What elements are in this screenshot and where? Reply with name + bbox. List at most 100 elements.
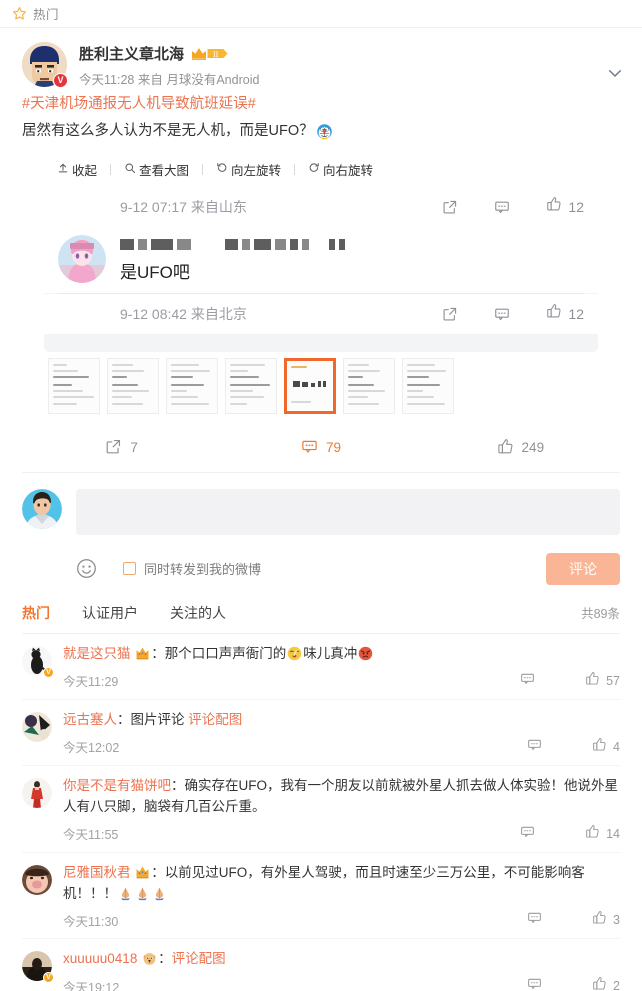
svg-text:II: II [213, 50, 219, 59]
comment-text: 就是这只猫 ：那个口口声声衙门的 味儿真冲 [63, 644, 620, 665]
thumbnail-item[interactable] [402, 357, 454, 414]
viewer-toolbar: 收起 查看大图 向左旋转 向右旋转 [44, 157, 598, 187]
thumbnail-item[interactable] [343, 357, 395, 414]
thumbnail-strip[interactable] [44, 351, 598, 422]
repost-count: 7 [130, 440, 138, 456]
comment-icon [527, 910, 542, 930]
commenter-avatar[interactable] [22, 777, 52, 808]
commenter-avatar[interactable]: V [22, 951, 54, 984]
comment-like-button[interactable]: 4 [592, 737, 620, 757]
comment-body: xuuuuu0418 ：评论配图今天19:12 2 [63, 949, 620, 991]
thumbs-up-icon [592, 910, 607, 930]
comment-image-link[interactable]: 评论配图 [188, 712, 242, 727]
comment-text-segment: 图片评论 [130, 711, 189, 727]
comment-like-button[interactable]: 57 [585, 671, 620, 691]
comment-like-button[interactable]: 3 [592, 910, 620, 930]
comment-item: Vxuuuuu0418 ：评论配图今天19:12 2 [22, 939, 620, 991]
thumbs-up-icon [546, 303, 562, 324]
rotate-left-button[interactable]: 向左旋转 [216, 160, 281, 179]
comment-author-name[interactable]: 远古塞人 [63, 712, 117, 727]
vip-crown-badge[interactable]: II [191, 46, 229, 61]
comment-tab-0[interactable]: 热门 [22, 603, 50, 623]
comment-item: 尼雅国秋君 ：以前见过UFO，有外星人驾驶，而且时速至少三万公里，不可能影响客机… [22, 853, 620, 940]
thumbnail-item[interactable] [107, 357, 159, 414]
comment-text: xuuuuu0418 ：评论配图 [63, 949, 620, 970]
comment-like-button[interactable]: 2 [592, 976, 620, 991]
comment-colon: ： [151, 864, 165, 880]
viewer-stage[interactable]: 9-12 07:17 来自山东 12 是UFO吧 9-12 08:42 来自北京… [44, 186, 598, 352]
rotate-right-label: 向右旋转 [323, 163, 374, 178]
toolbar-divider [202, 163, 204, 175]
comment-item: 远古塞人：图片评论 评论配图今天12:02 4 [22, 700, 620, 766]
like-button[interactable]: 249 [421, 438, 620, 458]
comment-tab-1[interactable]: 认证用户 [82, 603, 138, 623]
comment-author-name[interactable]: 你是不是有猫饼吧 [63, 778, 171, 793]
collapse-image-button[interactable]: 收起 [57, 160, 97, 179]
comment-reply-button[interactable] [527, 910, 542, 930]
submit-comment-button[interactable]: 评论 [546, 552, 620, 585]
post-topic[interactable]: #天津机场通报无人机导致航班延误# [22, 94, 620, 116]
comment-like-button[interactable]: 14 [585, 824, 620, 844]
comment-time: 今天11:55 [63, 828, 119, 843]
comment-tab-2[interactable]: 关注的人 [170, 603, 226, 623]
comment-footer: 今天11:29 57 [63, 671, 620, 691]
author-avatar[interactable]: V [22, 42, 68, 88]
shot-comment-icon [494, 199, 510, 215]
repost-button[interactable]: 7 [22, 438, 221, 458]
comment-author-name[interactable]: 尼雅国秋君 [63, 865, 131, 880]
comment-colon: ： [117, 711, 131, 727]
crown-emoji [135, 646, 150, 661]
comment-filter-tabs: 热门 认证用户 关注的人 共89条 [22, 603, 620, 634]
comment-author-name[interactable]: xuuuuu0418 [63, 951, 137, 966]
comment-reply-button[interactable] [527, 976, 542, 991]
thumbnail-item[interactable] [284, 357, 336, 414]
chevron-down-icon[interactable] [606, 64, 624, 82]
thumbs-up-icon [585, 671, 600, 691]
view-large-button[interactable]: 查看大图 [124, 160, 189, 179]
comment-time: 今天11:30 [63, 914, 119, 929]
repost-to-weibo-checkbox[interactable]: 同时转发到我的微博 [123, 559, 261, 578]
comment-reply-button[interactable] [520, 824, 535, 844]
thumbnail-item[interactable] [166, 357, 218, 414]
comment-actions: 2 [527, 976, 620, 991]
comment-text-segment: 那个口口声声衙门的 [164, 645, 287, 661]
comment-icon [527, 976, 542, 991]
commenter-avatar[interactable] [22, 864, 52, 895]
post-text-row: 居然有这么多人认为不是无人机，而是UFO？ [22, 120, 620, 143]
rotate-right-button[interactable]: 向右旋转 [308, 160, 373, 179]
thumbnail-item[interactable] [48, 357, 100, 414]
comment-like-count: 2 [613, 979, 620, 991]
post-source[interactable]: 月球没有Android [166, 73, 259, 87]
comment-text: 你是不是有猫饼吧：确实存在UFO，我有一个朋友以前就被外星人抓去做人体实验！他说… [63, 776, 620, 818]
comment-actions: 3 [527, 910, 620, 930]
comment-icon [301, 438, 318, 458]
shot-bottom-time: 9-12 08:42 来自北京 [120, 305, 247, 322]
comment-button[interactable]: 79 [221, 438, 420, 458]
comment-total-count: 共89条 [581, 607, 620, 622]
smiley-icon[interactable] [76, 558, 97, 579]
comment-image-link[interactable]: 评论配图 [172, 951, 226, 966]
crown-emoji [135, 865, 150, 880]
current-user-avatar[interactable] [22, 488, 62, 529]
post-action-bar: 7 79 249 [22, 438, 620, 473]
avatar [22, 777, 52, 808]
toolbar-divider [294, 163, 296, 175]
pray-emoji [152, 886, 167, 901]
like-count: 249 [521, 440, 545, 456]
commenter-avatar[interactable] [22, 711, 52, 742]
comment-text: 远古塞人：图片评论 评论配图 [63, 710, 620, 731]
comment-colon: ： [158, 951, 172, 967]
comment-reply-button[interactable] [520, 671, 535, 691]
shot-bottom-actions: 12 [442, 303, 584, 324]
comment-footer: 今天19:12 2 [63, 976, 620, 991]
author-name[interactable]: 胜利主义章北海 [79, 43, 184, 64]
comment-time: 今天11:29 [63, 675, 119, 690]
comment-time: 今天12:02 [63, 741, 120, 756]
comment-colon: ： [171, 777, 185, 793]
comment-input[interactable] [76, 488, 620, 535]
commenter-avatar[interactable]: V [22, 645, 54, 678]
thumbnail-item[interactable] [225, 357, 277, 414]
comment-reply-button[interactable] [527, 737, 542, 757]
post-text: 居然有这么多人认为不是无人机，而是UFO？ [22, 122, 314, 139]
comment-author-name[interactable]: 就是这只猫 [63, 646, 131, 661]
